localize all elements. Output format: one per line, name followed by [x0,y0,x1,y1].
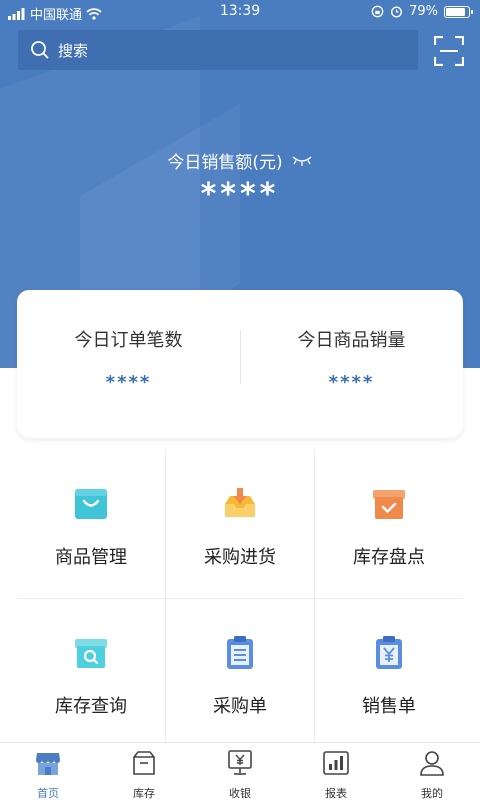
tab-profile[interactable]: 我的 [384,743,480,800]
chart-icon [323,751,349,775]
battery-icon [444,5,473,18]
feature-product-management[interactable]: 商品管理 [17,450,165,598]
tab-cashier[interactable]: 收银 [192,743,288,800]
orders-label: 今日订单笔数 [74,330,183,351]
search-placeholder: 搜索 [58,41,89,60]
feature-grid: 商品管理 采购进货 库存盘点 库存查询 采购单 销售单 [17,450,463,750]
orders-stat[interactable]: 今日订单笔数 **** [17,326,240,393]
inbox-download-icon [225,488,255,517]
rotation-lock-icon [371,5,384,18]
tab-label: 库存 [133,787,155,800]
orders-value: **** [105,372,152,393]
bottom-tab-bar: 首页 库存 收银 报表 我的 [0,742,480,800]
stats-card: 今日订单笔数 **** 今日商品销量 **** [17,290,463,438]
feature-label: 商品管理 [55,547,127,568]
tab-label: 首页 [37,787,59,800]
tab-inventory[interactable]: 库存 [96,743,192,800]
tab-label: 我的 [421,787,443,800]
feature-label: 库存查询 [55,696,127,717]
user-icon [420,751,444,776]
box-check-icon [373,490,405,519]
tab-label: 收银 [229,787,251,800]
units-stat[interactable]: 今日商品销量 **** [240,326,463,393]
feature-label: 采购单 [213,696,267,717]
feature-label: 采购进货 [204,547,276,568]
sales-label: 今日销售额(元) [167,153,283,173]
box-search-icon [75,639,107,668]
feature-purchase-order[interactable]: 采购单 [166,599,314,747]
feature-label: 销售单 [362,696,416,717]
eye-closed-icon[interactable] [291,155,313,167]
tab-label: 报表 [325,787,347,800]
box-icon [133,751,155,775]
units-value: **** [328,372,375,393]
shopping-bag-icon [75,489,107,519]
feature-stock-count[interactable]: 库存盘点 [315,450,463,598]
feature-purchase-stock[interactable]: 采购进货 [166,450,314,598]
clipboard-yen-icon [376,636,402,669]
cashier-icon [228,750,252,775]
search-icon [31,41,49,59]
scan-icon[interactable] [434,36,464,66]
feature-stock-query[interactable]: 库存查询 [17,599,165,747]
battery-percent: 79% [409,4,438,19]
feature-label: 库存盘点 [353,547,425,568]
sales-summary: 今日销售额(元) **** [0,148,480,212]
tab-home[interactable]: 首页 [0,743,96,800]
units-label: 今日商品销量 [297,330,406,351]
sales-value: **** [200,177,280,212]
feature-sales-order[interactable]: 销售单 [315,599,463,747]
tab-reports[interactable]: 报表 [288,743,384,800]
search-bar[interactable]: 搜索 [18,30,418,70]
alarm-icon [391,6,403,18]
shop-icon [36,753,60,775]
clipboard-list-icon [227,636,253,669]
status-bar: 中国联通 13:39 79% [0,0,480,24]
